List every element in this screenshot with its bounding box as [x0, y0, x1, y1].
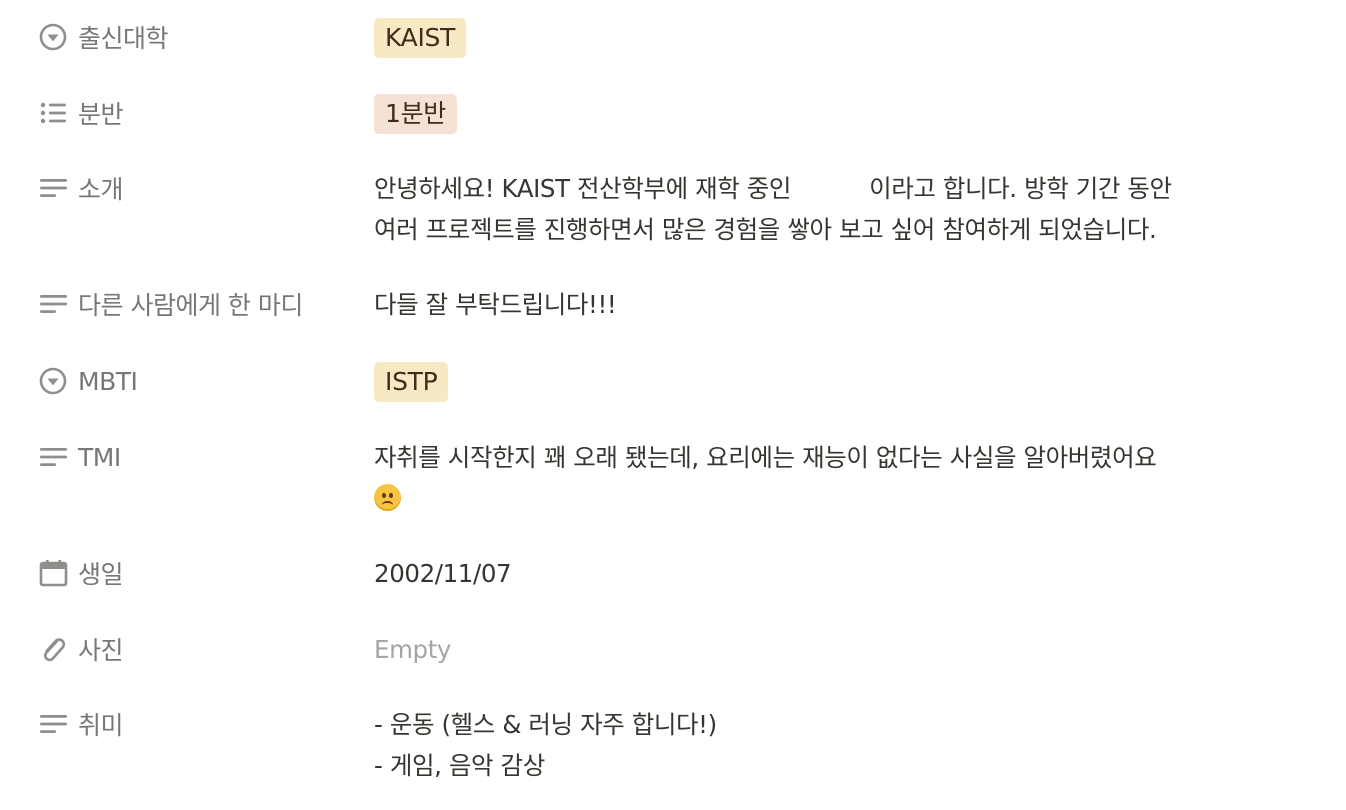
worried-face-emoji	[374, 484, 401, 511]
property-value-message[interactable]: 다들 잘 부탁드립니다!!!	[374, 284, 1274, 325]
select-tag-kaist[interactable]: KAIST	[374, 18, 467, 58]
property-value-university[interactable]: KAIST	[374, 17, 1274, 58]
property-label-hobby[interactable]: 취미	[36, 704, 356, 744]
select-icon	[36, 364, 70, 398]
hobby-line-2: - 게임, 음악 감상	[374, 751, 545, 780]
multi-select-tag-class1[interactable]: 1분반	[374, 94, 458, 134]
emoji-left-eye	[382, 493, 386, 498]
property-label-university[interactable]: 출신대학	[36, 17, 356, 57]
property-value-intro[interactable]: 안녕하세요! KAIST 전산학부에 재학 중인 이라고 합니다. 방학 기간 동…	[374, 168, 1274, 250]
property-label-text: 사진	[78, 636, 124, 665]
property-label-birthday[interactable]: 생일	[36, 553, 356, 593]
calendar-icon	[36, 556, 70, 590]
intro-line-2: 여러 프로젝트를 진행하면서 많은 경험을 쌓아 보고 싶어 참여하게 되었습니…	[374, 215, 1157, 244]
hobby-line-1: - 운동 (헬스 & 러닝 자주 합니다!)	[374, 710, 717, 739]
emoji-right-eye	[389, 493, 393, 498]
property-value-birthday[interactable]: 2002/11/07	[374, 553, 1274, 594]
birthday-date: 2002/11/07	[374, 559, 512, 588]
property-value-photo[interactable]: Empty	[374, 629, 1274, 670]
property-label-intro[interactable]: 소개	[36, 168, 356, 208]
property-label-text: MBTI	[78, 366, 138, 396]
select-icon	[36, 20, 70, 54]
tmi-emoji-line	[374, 478, 1274, 519]
intro-text-part-2: 이라고 합니다. 방학 기간 동안	[869, 174, 1172, 203]
property-label-text: 취미	[78, 711, 124, 740]
property-value-hobby[interactable]: - 운동 (헬스 & 러닝 자주 합니다!) - 게임, 음악 감상	[374, 704, 1274, 786]
emoji-mouth	[382, 501, 393, 509]
intro-text-part-1: 안녕하세요! KAIST 전산학부에 재학 중인	[374, 174, 792, 203]
empty-placeholder: Empty	[374, 635, 452, 664]
text-lines-icon	[36, 171, 70, 205]
multi-select-list-icon	[36, 96, 70, 130]
property-label-message[interactable]: 다른 사람에게 한 마디	[36, 284, 356, 324]
property-label-text: 생일	[78, 560, 124, 589]
intro-line-1: 안녕하세요! KAIST 전산학부에 재학 중인 이라고 합니다. 방학 기간 동…	[374, 168, 1274, 209]
property-label-text: 출신대학	[78, 24, 169, 53]
property-label-text: 분반	[78, 100, 124, 129]
message-text: 다들 잘 부탁드립니다!!!	[374, 290, 617, 319]
paperclip-icon	[36, 632, 70, 666]
property-value-tmi[interactable]: 자취를 시작한지 꽤 오래 됐는데, 요리에는 재능이 없다는 사실을 알아버렸…	[374, 437, 1274, 519]
property-label-class[interactable]: 분반	[36, 93, 356, 133]
text-lines-icon	[36, 287, 70, 321]
text-lines-icon	[36, 440, 70, 474]
property-label-photo[interactable]: 사진	[36, 629, 356, 669]
property-label-tmi[interactable]: TMI	[36, 437, 356, 477]
tmi-text: 자취를 시작한지 꽤 오래 됐는데, 요리에는 재능이 없다는 사실을 알아버렸…	[374, 443, 1157, 472]
property-label-text: TMI	[78, 442, 121, 472]
property-label-mbti[interactable]: MBTI	[36, 361, 356, 401]
property-value-mbti[interactable]: ISTP	[374, 361, 1274, 402]
select-tag-istp[interactable]: ISTP	[374, 362, 449, 402]
property-label-text: 다른 사람에게 한 마디	[78, 291, 303, 320]
property-value-class[interactable]: 1분반	[374, 93, 1274, 134]
text-lines-icon	[36, 707, 70, 741]
property-label-text: 소개	[78, 175, 124, 204]
